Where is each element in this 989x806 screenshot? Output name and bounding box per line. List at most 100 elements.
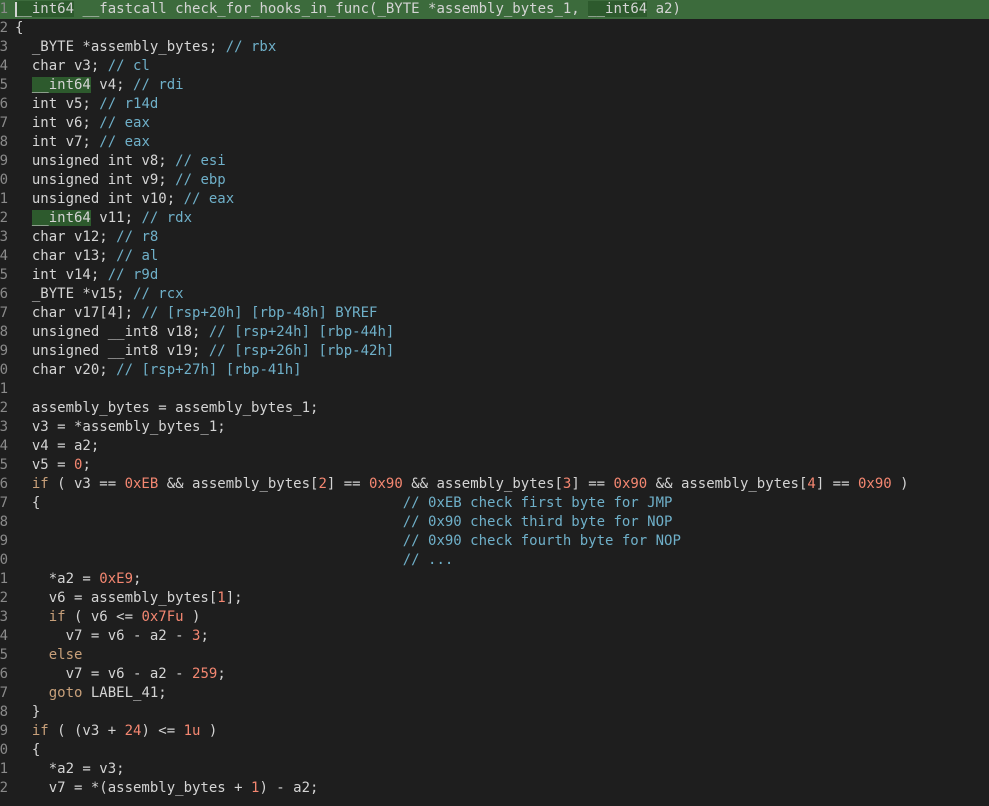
code-line[interactable]: 7 int v6; // eax bbox=[0, 114, 989, 133]
code-token: } bbox=[15, 704, 41, 720]
code-token: // [rsp+27h] [rbp-41h] bbox=[116, 362, 302, 378]
code-token: // rcx bbox=[133, 286, 184, 302]
code-line[interactable]: 2{ bbox=[0, 19, 989, 38]
line-number: 5 bbox=[0, 457, 8, 473]
code-token: assembly_bytes = assembly_bytes_1; bbox=[15, 400, 319, 416]
code-line[interactable]: 8 unsigned __int8 v18; // [rsp+24h] [rbp… bbox=[0, 323, 989, 342]
code-token: v3 = *assembly_bytes_1; bbox=[15, 419, 226, 435]
code-token: ) <= bbox=[141, 723, 184, 739]
code-token: 1u bbox=[183, 723, 201, 739]
code-line[interactable]: 9 // 0x90 check fourth byte for NOP bbox=[0, 532, 989, 551]
code-line[interactable]: 4 char v13; // al bbox=[0, 247, 989, 266]
code-line[interactable]: 1 bbox=[0, 380, 989, 399]
code-line[interactable]: 7 { // 0xEB check first byte for JMP bbox=[0, 494, 989, 513]
code-token: if bbox=[48, 609, 66, 625]
code-text: v7 = v6 - a2 - 259; bbox=[15, 665, 226, 684]
line-number: 9 bbox=[0, 153, 8, 169]
code-line[interactable]: 1 *a2 = v3; bbox=[0, 760, 989, 779]
code-line[interactable]: 5 __int64 v4; // rdi bbox=[0, 76, 989, 95]
code-editor[interactable]: 1 __int64 __fastcall check_for_hooks_in_f… bbox=[0, 0, 989, 806]
code-line[interactable]: 6 v7 = v6 - a2 - 259; bbox=[0, 665, 989, 684]
code-token: unsigned int v8; bbox=[15, 153, 176, 169]
code-token: { bbox=[15, 742, 41, 758]
code-line[interactable]: 3 if ( v6 <= 0x7Fu ) bbox=[0, 608, 989, 627]
code-token: int v7; bbox=[15, 134, 100, 150]
line-number: 6 bbox=[0, 476, 8, 492]
code-line[interactable]: 4 v4 = a2; bbox=[0, 437, 989, 456]
code-line[interactable]: 2 v6 = assembly_bytes[1]; bbox=[0, 589, 989, 608]
code-token: 2 bbox=[318, 476, 327, 492]
code-text: } bbox=[15, 703, 40, 722]
code-text: unsigned __int8 v19; // [rsp+26h] [rbp-4… bbox=[15, 342, 394, 361]
code-token: 4 bbox=[807, 476, 816, 492]
code-line[interactable]: 6 _BYTE *v15; // rcx bbox=[0, 285, 989, 304]
line-number: 2 bbox=[0, 20, 8, 36]
line-number: 3 bbox=[0, 419, 8, 435]
code-text: __int64 __fastcall check_for_hooks_in_fu… bbox=[15, 0, 681, 19]
code-line[interactable]: 0 char v20; // [rsp+27h] [rbp-41h] bbox=[0, 361, 989, 380]
line-number: 1 bbox=[0, 191, 8, 207]
code-token: 0x90 bbox=[369, 476, 403, 492]
code-token: // cl bbox=[107, 58, 150, 74]
code-line[interactable]: 0 // ... bbox=[0, 551, 989, 570]
code-text: { bbox=[15, 19, 23, 38]
line-number: 6 bbox=[0, 666, 8, 682]
code-token: *a2 = v3; bbox=[15, 761, 125, 777]
code-text: char v17[4]; // [rsp+20h] [rbp-48h] BYRE… bbox=[15, 304, 378, 323]
code-text: unsigned __int8 v18; // [rsp+24h] [rbp-4… bbox=[15, 323, 394, 342]
code-text: if ( v3 == 0xEB && assembly_bytes[2] == … bbox=[15, 475, 909, 494]
code-text: __int64 v4; // rdi bbox=[15, 76, 184, 95]
code-line[interactable]: 0 unsigned int v9; // ebp bbox=[0, 171, 989, 190]
code-line[interactable]: 8 // 0x90 check third byte for NOP bbox=[0, 513, 989, 532]
code-line[interactable]: 5 v5 = 0; bbox=[0, 456, 989, 475]
code-line[interactable]: 3 _BYTE *assembly_bytes; // rbx bbox=[0, 38, 989, 57]
code-token: unsigned __int8 v18; bbox=[15, 324, 209, 340]
line-number: 9 bbox=[0, 723, 8, 739]
code-token: // rbx bbox=[225, 39, 277, 55]
code-text: goto LABEL_41; bbox=[15, 684, 167, 703]
code-line[interactable]: 0 { bbox=[0, 741, 989, 760]
line-number: 4 bbox=[0, 628, 8, 644]
code-line[interactable]: 1 unsigned int v10; // eax bbox=[0, 190, 989, 209]
code-line[interactable]: 8 int v7; // eax bbox=[0, 133, 989, 152]
code-line[interactable]: 9 unsigned __int8 v19; // [rsp+26h] [rbp… bbox=[0, 342, 989, 361]
code-text: v7 = *(assembly_bytes + 1) - a2; bbox=[15, 779, 319, 798]
line-number: 0 bbox=[0, 552, 8, 568]
code-token: ; bbox=[82, 457, 91, 473]
code-text: unsigned int v8; // esi bbox=[15, 152, 226, 171]
code-line[interactable]: 6 if ( v3 == 0xEB && assembly_bytes[2] =… bbox=[0, 475, 989, 494]
code-line[interactable]: 1 *a2 = 0xE9; bbox=[0, 570, 989, 589]
code-line[interactable]: 2 v7 = *(assembly_bytes + 1) - a2; bbox=[0, 779, 989, 798]
code-line[interactable]: 3 char v12; // r8 bbox=[0, 228, 989, 247]
code-line[interactable]: 7 goto LABEL_41; bbox=[0, 684, 989, 703]
code-line[interactable]: 3 v3 = *assembly_bytes_1; bbox=[0, 418, 989, 437]
code-token: // eax bbox=[183, 191, 235, 207]
code-token: ; bbox=[217, 666, 226, 682]
code-line[interactable]: 4 char v3; // cl bbox=[0, 57, 989, 76]
line-number: 2 bbox=[0, 210, 8, 226]
line-number: 2 bbox=[0, 780, 8, 796]
line-number: 7 bbox=[0, 305, 8, 321]
code-line[interactable]: 1 __int64 __fastcall check_for_hooks_in_f… bbox=[0, 0, 989, 19]
code-line[interactable]: 4 v7 = v6 - a2 - 3; bbox=[0, 627, 989, 646]
code-line[interactable]: 6 int v5; // r14d bbox=[0, 95, 989, 114]
code-line[interactable]: 5 int v14; // r9d bbox=[0, 266, 989, 285]
code-line[interactable]: 5 else bbox=[0, 646, 989, 665]
code-line[interactable]: 7 char v17[4]; // [rsp+20h] [rbp-48h] BY… bbox=[0, 304, 989, 323]
code-token: && assembly_bytes[ bbox=[402, 476, 563, 492]
code-line[interactable]: 8 } bbox=[0, 703, 989, 722]
code-line[interactable]: 2 assembly_bytes = assembly_bytes_1; bbox=[0, 399, 989, 418]
line-number: 8 bbox=[0, 134, 8, 150]
code-line[interactable]: 9 unsigned int v8; // esi bbox=[0, 152, 989, 171]
line-number: 9 bbox=[0, 533, 8, 549]
code-token: ]; bbox=[225, 590, 243, 606]
code-token: { bbox=[15, 495, 403, 511]
code-token: // [rsp+26h] [rbp-42h] bbox=[208, 343, 395, 359]
code-line[interactable]: 9 if ( (v3 + 24) <= 1u ) bbox=[0, 722, 989, 741]
code-line[interactable]: 2 __int64 v11; // rdx bbox=[0, 209, 989, 228]
code-token: // [rsp+20h] [rbp-48h] BYREF bbox=[141, 305, 378, 321]
